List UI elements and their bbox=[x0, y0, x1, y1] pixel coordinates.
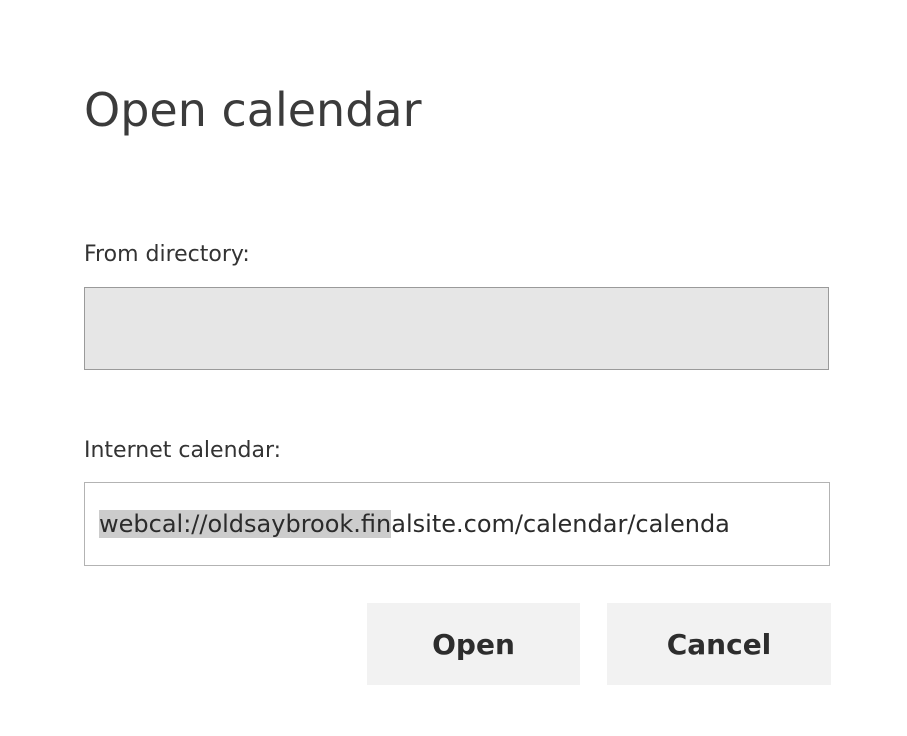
dialog-title: Open calendar bbox=[84, 83, 422, 137]
selected-text: webcal://oldsaybrook.fin bbox=[99, 510, 392, 538]
internet-calendar-value: webcal://oldsaybrook.finalsite.com/calen… bbox=[99, 507, 730, 541]
internet-calendar-input[interactable]: webcal://oldsaybrook.finalsite.com/calen… bbox=[84, 482, 830, 566]
internet-calendar-label: Internet calendar: bbox=[84, 438, 282, 463]
from-directory-field[interactable] bbox=[84, 287, 829, 370]
cancel-button[interactable]: Cancel bbox=[607, 603, 831, 685]
from-directory-label: From directory: bbox=[84, 242, 250, 267]
open-calendar-dialog: Open calendar From directory: Internet c… bbox=[0, 0, 907, 736]
unselected-text: alsite.com/calendar/calenda bbox=[391, 510, 730, 538]
open-button[interactable]: Open bbox=[367, 603, 580, 685]
